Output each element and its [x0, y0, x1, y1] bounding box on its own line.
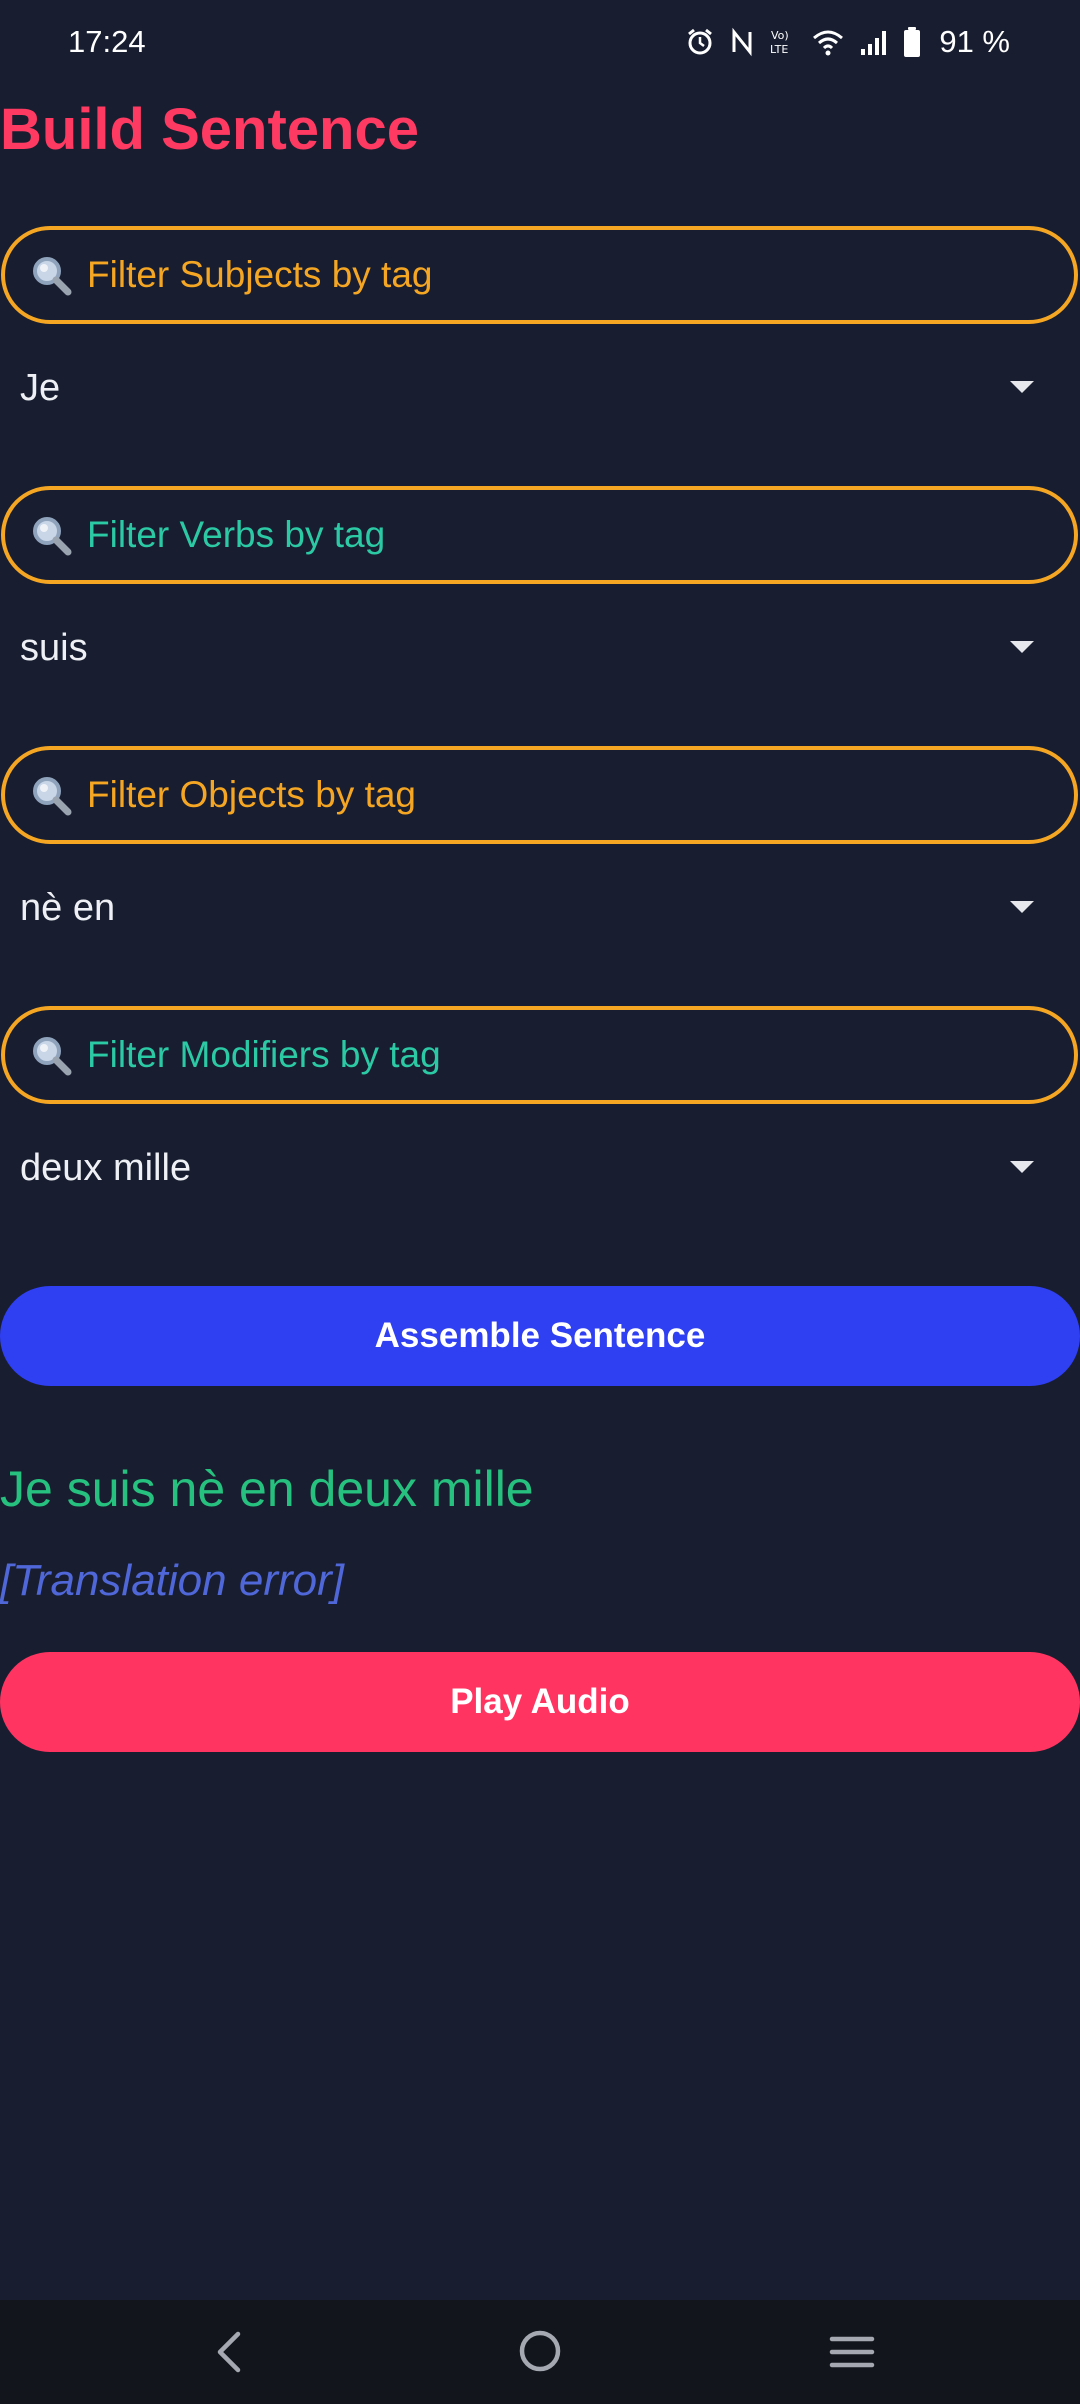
verb-dropdown[interactable]: suis: [0, 598, 1080, 698]
subject-dropdown[interactable]: Je: [0, 338, 1080, 438]
filter-subjects-placeholder: Filter Subjects by tag: [87, 254, 433, 295]
status-time: 17:24: [68, 24, 146, 59]
object-dropdown[interactable]: nè en: [0, 858, 1080, 958]
filter-objects-placeholder: Filter Objects by tag: [87, 774, 417, 815]
back-icon[interactable]: [210, 2330, 250, 2374]
filter-verbs-placeholder: Filter Verbs by tag: [87, 514, 386, 555]
screen: 17:24 Vo) LTE 91 % Build Sentence Filter…: [0, 0, 1080, 2404]
chevron-down-icon: [1010, 1161, 1034, 1173]
volte-icon: Vo) LTE: [770, 29, 789, 56]
search-icon: [33, 517, 72, 556]
home-icon[interactable]: [518, 2328, 562, 2374]
assemble-sentence-button[interactable]: Assemble Sentence: [0, 1286, 1080, 1386]
wifi-icon: [813, 30, 844, 56]
modifier-dropdown[interactable]: deux mille: [0, 1118, 1080, 1218]
modifier-dropdown-value: deux mille: [20, 1146, 192, 1189]
filter-modifiers-input[interactable]: Filter Modifiers by tag: [1, 1006, 1078, 1104]
battery-icon: [904, 27, 921, 57]
verb-dropdown-value: suis: [20, 626, 88, 669]
search-icon: [33, 777, 72, 816]
status-icons: Vo) LTE 91 %: [685, 22, 1010, 62]
svg-text:LTE: LTE: [770, 43, 788, 56]
svg-text:Vo): Vo): [771, 29, 789, 42]
battery-percentage: 91 %: [939, 24, 1010, 59]
filter-modifiers-placeholder: Filter Modifiers by tag: [87, 1034, 441, 1075]
status-bar: 17:24 Vo) LTE 91 %: [0, 0, 1080, 86]
alarm-icon: [688, 28, 713, 55]
search-icon: [33, 257, 72, 296]
chevron-down-icon: [1010, 641, 1034, 653]
recent-apps-icon[interactable]: [829, 2334, 875, 2370]
assembled-sentence: Je suis nè en deux mille: [0, 1461, 534, 1517]
chevron-down-icon: [1010, 901, 1034, 913]
chevron-down-icon: [1010, 381, 1034, 393]
filter-verbs-input[interactable]: Filter Verbs by tag: [1, 486, 1078, 584]
page-title: Build Sentence: [0, 97, 419, 162]
filter-objects-input[interactable]: Filter Objects by tag: [1, 746, 1078, 844]
object-dropdown-value: nè en: [20, 886, 116, 929]
play-audio-button[interactable]: Play Audio: [0, 1652, 1080, 1752]
subject-dropdown-value: Je: [20, 366, 61, 409]
nfc-icon: [732, 27, 752, 57]
filter-subjects-input[interactable]: Filter Subjects by tag: [1, 226, 1078, 324]
navigation-bar: [0, 2300, 1080, 2404]
search-icon: [33, 1037, 72, 1076]
translation-text: [Translation error]: [0, 1556, 344, 1605]
signal-icon: [861, 31, 887, 55]
